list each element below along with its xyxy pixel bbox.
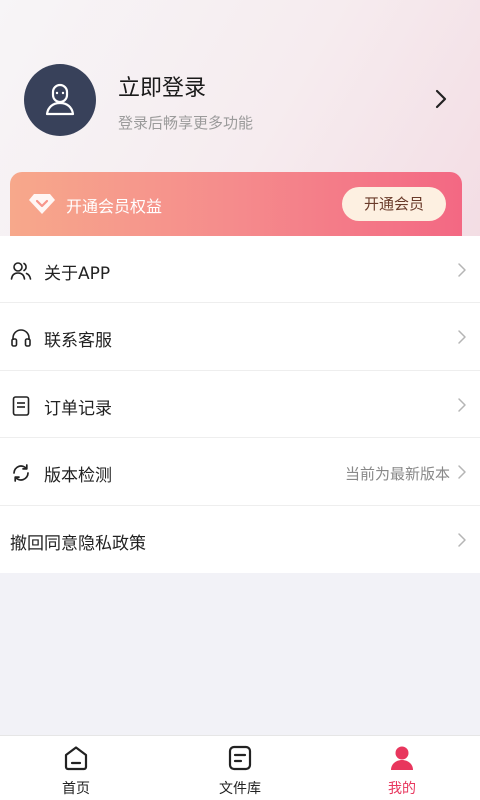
- vip-label: 开通会员权益: [66, 197, 163, 216]
- bottom-tab-bar: 首页 文件库 我的: [0, 735, 480, 800]
- menu-item-customer-service[interactable]: 联系客服: [0, 303, 480, 371]
- menu-item-label: 订单记录: [44, 398, 112, 419]
- avatar[interactable]: [24, 64, 96, 136]
- diamond-icon: [29, 194, 55, 214]
- login-subtitle: 登录后畅享更多功能: [118, 114, 254, 132]
- chevron-right-icon: [458, 330, 466, 345]
- login-title[interactable]: 立即登录: [118, 70, 206, 102]
- vip-banner[interactable]: 开通会员权益 开通会员: [10, 172, 462, 236]
- chevron-right-icon: [458, 263, 466, 277]
- tab-file-library[interactable]: 文件库: [180, 736, 300, 800]
- menu-item-label: 撤回同意隐私政策: [10, 533, 146, 554]
- tab-label: 我的: [388, 781, 416, 797]
- users-icon: [10, 262, 32, 280]
- menu-item-label: 关于APP: [44, 264, 111, 284]
- tab-home[interactable]: 首页: [16, 736, 136, 800]
- document-icon: [12, 395, 30, 416]
- file-library-icon: [228, 745, 252, 771]
- open-membership-button[interactable]: 开通会员: [342, 187, 446, 221]
- chevron-right-icon: [458, 398, 466, 412]
- login-card[interactable]: 立即登录 登录后畅享更多功能: [24, 64, 456, 136]
- menu-item-label: 联系客服: [44, 331, 112, 352]
- menu-item-revoke-privacy-consent[interactable]: 撤回同意隐私政策: [0, 506, 480, 573]
- menu-item-order-history[interactable]: 订单记录: [0, 371, 480, 439]
- chevron-right-icon: [458, 465, 466, 479]
- profile-icon: [391, 746, 413, 770]
- tab-label: 首页: [62, 781, 90, 797]
- refresh-icon: [13, 464, 29, 483]
- settings-menu: 关于APP 联系客服 订单记录 版本检测 当前为最新版本 撤回同意隐私政策: [0, 236, 480, 573]
- user-avatar-icon: [45, 83, 75, 116]
- home-icon: [64, 746, 88, 771]
- chevron-right-icon: [458, 532, 466, 547]
- chevron-right-icon[interactable]: [430, 88, 452, 110]
- headset-icon: [11, 329, 31, 348]
- tab-label: 文件库: [219, 781, 261, 797]
- menu-item-about-app[interactable]: 关于APP: [0, 236, 480, 304]
- tab-mine[interactable]: 我的: [342, 736, 462, 800]
- version-status: 当前为最新版本: [344, 465, 450, 484]
- menu-item-version-check[interactable]: 版本检测 当前为最新版本: [0, 438, 480, 506]
- menu-item-label: 版本检测: [44, 466, 112, 487]
